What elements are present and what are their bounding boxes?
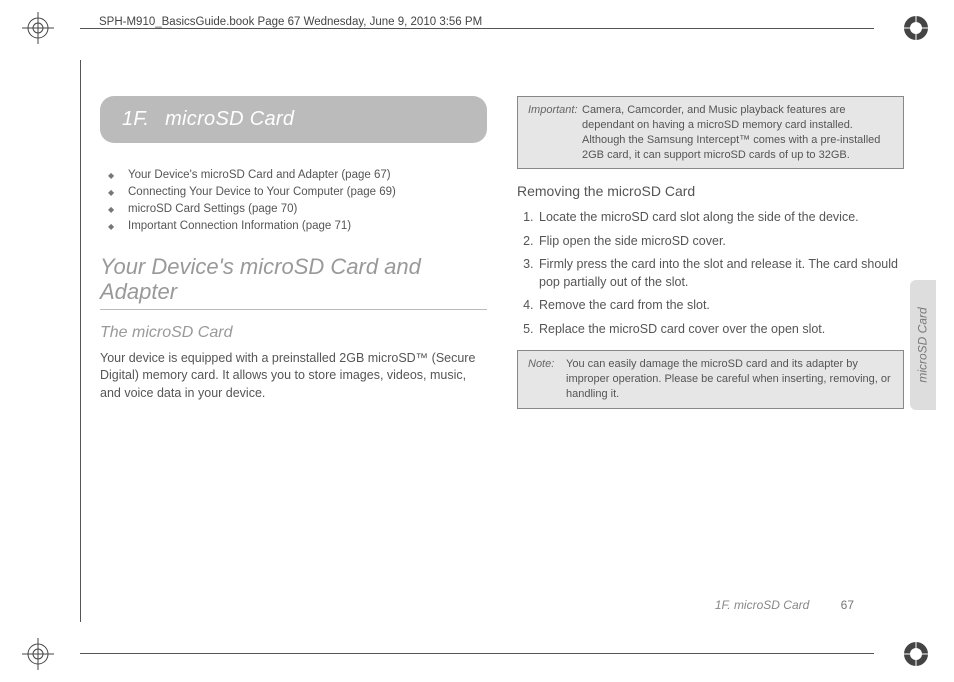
- toc-item: Important Connection Information (page 7…: [108, 220, 487, 232]
- note-label: Note:: [528, 357, 554, 372]
- chapter-number: 1F.: [122, 108, 149, 130]
- step-item: Remove the card from the slot.: [537, 297, 904, 315]
- right-column: Important: Camera, Camcorder, and Music …: [517, 96, 904, 586]
- registration-mark-icon: [900, 12, 932, 44]
- chapter-heading: 1F. microSD Card: [100, 96, 487, 143]
- left-column: 1F. microSD Card Your Device's microSD C…: [100, 96, 487, 586]
- toc-item: microSD Card Settings (page 70): [108, 203, 487, 215]
- steps-list: Locate the microSD card slot along the s…: [537, 209, 904, 338]
- crop-side-line: [80, 60, 81, 622]
- registration-mark-icon: [900, 638, 932, 670]
- book-meta: SPH-M910_BasicsGuide.book Page 67 Wednes…: [95, 16, 486, 28]
- note-callout: Note: You can easily damage the microSD …: [517, 350, 904, 409]
- page-footer: 1F. microSD Card 67: [715, 598, 854, 612]
- crop-row-bottom: [0, 626, 954, 682]
- page-content: 1F. microSD Card Your Device's microSD C…: [100, 96, 904, 586]
- chapter-title: microSD Card: [165, 108, 294, 130]
- subsection-heading: The microSD Card: [100, 324, 487, 342]
- registration-mark-icon: [22, 638, 54, 670]
- footer-page-number: 67: [841, 598, 854, 612]
- toc-item: Connecting Your Device to Your Computer …: [108, 186, 487, 198]
- body-text: Your device is equipped with a preinstal…: [100, 350, 487, 403]
- registration-mark-icon: [22, 12, 54, 44]
- footer-section: 1F. microSD Card: [715, 598, 809, 612]
- step-item: Locate the microSD card slot along the s…: [537, 209, 904, 227]
- step-item: Flip open the side microSD cover.: [537, 233, 904, 251]
- step-item: Replace the microSD card cover over the …: [537, 321, 904, 339]
- important-text: Camera, Camcorder, and Music playback fe…: [528, 103, 893, 162]
- toc-list: Your Device's microSD Card and Adapter (…: [100, 169, 487, 232]
- important-callout: Important: Camera, Camcorder, and Music …: [517, 96, 904, 169]
- thumb-tab: microSD Card: [910, 280, 936, 410]
- note-text: You can easily damage the microSD card a…: [528, 357, 893, 402]
- important-label: Important:: [528, 103, 578, 118]
- crop-row-top: [0, 0, 954, 56]
- procedure-heading: Removing the microSD Card: [517, 183, 904, 199]
- thumb-tab-label: microSD Card: [916, 307, 930, 382]
- step-item: Firmly press the card into the slot and …: [537, 256, 904, 291]
- toc-item: Your Device's microSD Card and Adapter (…: [108, 169, 487, 181]
- section-heading: Your Device's microSD Card and Adapter: [100, 254, 487, 310]
